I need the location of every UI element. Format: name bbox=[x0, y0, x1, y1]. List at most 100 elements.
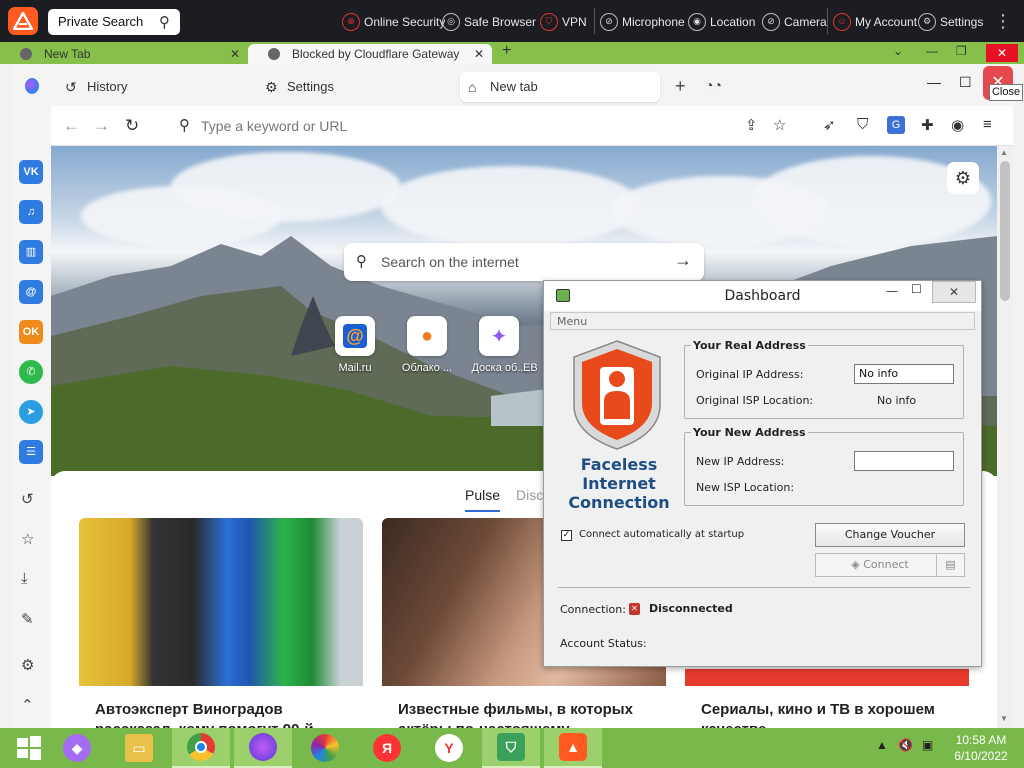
menu-bar[interactable]: Menu bbox=[550, 312, 975, 330]
taskbar-faceless[interactable]: ⛉ bbox=[482, 728, 540, 768]
scroll-down-icon[interactable]: ▼ bbox=[1000, 714, 1008, 723]
search-icon: ⚲ bbox=[179, 117, 190, 134]
more-vertical-icon[interactable]: ⋮ bbox=[994, 11, 1012, 32]
page-settings-gear-icon[interactable]: ⚙ bbox=[947, 162, 979, 194]
tab-new-tab[interactable]: ⌂ New tab bbox=[460, 72, 660, 102]
translate-icon[interactable]: G bbox=[887, 116, 905, 134]
tools-icon[interactable]: ✎ bbox=[21, 610, 34, 628]
globe-shield-icon: ⊕ bbox=[342, 13, 360, 31]
incognito-icon[interactable]: ◔◔ bbox=[705, 77, 722, 93]
new-ip-field[interactable] bbox=[854, 451, 954, 471]
telegram-icon[interactable]: ➤ bbox=[19, 400, 43, 424]
shield-icon[interactable]: ⛉ bbox=[857, 116, 868, 133]
maximize-icon[interactable]: ☐ bbox=[911, 282, 922, 296]
outer-tab-new-tab[interactable]: New Tab ✕ bbox=[0, 44, 248, 64]
music-icon[interactable]: ♫ bbox=[19, 200, 43, 224]
odnoklassniki-icon[interactable]: OK bbox=[19, 320, 43, 344]
outer-tab-blocked[interactable]: Blocked by Cloudflare Gateway ✕ bbox=[248, 44, 492, 64]
tab-list-chevron-icon[interactable]: ⌄ bbox=[893, 44, 903, 58]
menu-hamburger-icon[interactable]: ≡ bbox=[983, 116, 992, 133]
taskbar-explorer[interactable]: ▭ bbox=[110, 728, 168, 768]
list-icon[interactable]: ☰ bbox=[19, 440, 43, 464]
account-status-label: Account Status: bbox=[560, 637, 647, 650]
collapse-up-icon[interactable]: ⌃ bbox=[21, 696, 34, 714]
taskbar-chrome[interactable] bbox=[172, 728, 230, 768]
tab-history[interactable]: ↺ History bbox=[57, 72, 237, 102]
tab-label: History bbox=[87, 79, 128, 94]
tab-label: New tab bbox=[490, 79, 538, 94]
back-icon[interactable]: ← bbox=[63, 116, 80, 136]
extensions-puzzle-icon[interactable]: ✚ bbox=[921, 116, 934, 134]
taskbar-avast[interactable]: ▲ bbox=[544, 728, 602, 768]
private-search-input[interactable]: Private Search ⚲ bbox=[48, 9, 180, 35]
camera-button[interactable]: ⊘ Camera bbox=[762, 13, 827, 31]
reload-icon[interactable]: ↻ bbox=[125, 116, 139, 136]
close-tab-icon[interactable]: ✕ bbox=[230, 47, 240, 61]
safe-browser-button[interactable]: ◎ Safe Browser bbox=[442, 13, 536, 31]
change-voucher-button[interactable]: Change Voucher bbox=[815, 523, 965, 547]
camera-off-icon: ⊘ bbox=[762, 13, 780, 31]
browser-logo-icon[interactable] bbox=[25, 78, 39, 94]
dashboard-titlebar[interactable]: Dashboard — ☐ ✕ bbox=[544, 281, 981, 311]
minimize-icon[interactable]: — bbox=[886, 284, 898, 298]
copy-document-icon[interactable]: ▤ bbox=[936, 553, 965, 577]
restore-icon[interactable]: ❐ bbox=[956, 44, 967, 58]
vpn-button[interactable]: ⛉ VPN bbox=[540, 13, 587, 31]
microphone-button[interactable]: ⊘ Microphone bbox=[600, 13, 685, 31]
tab-settings[interactable]: ⚙ Settings bbox=[257, 72, 437, 102]
maximize-icon[interactable]: ☐ bbox=[959, 74, 972, 91]
news-card[interactable]: Автоэксперт Виноградов рассказал, кому п… bbox=[79, 518, 363, 728]
mail-at-icon[interactable]: @ bbox=[19, 280, 43, 304]
minimize-icon[interactable]: — bbox=[926, 44, 938, 58]
history-icon[interactable]: ↺ bbox=[21, 490, 34, 508]
rocket-icon[interactable]: ➶ bbox=[823, 116, 836, 134]
address-input[interactable]: Type a keyword or URL bbox=[201, 118, 347, 134]
network-icon[interactable]: ▣ bbox=[922, 738, 933, 752]
outer-tab-label: Blocked by Cloudflare Gateway bbox=[292, 47, 460, 61]
system-clock[interactable]: 10:58 AM 6/10/2022 bbox=[946, 732, 1016, 764]
taskbar-alice[interactable]: ◆ bbox=[48, 728, 106, 768]
share-icon[interactable]: ⇪ bbox=[745, 116, 758, 134]
download-icon[interactable]: ⤓ bbox=[21, 570, 28, 587]
scrollbar-thumb[interactable] bbox=[1000, 161, 1010, 301]
tile-doska[interactable]: ✦ Доска об... bbox=[471, 316, 527, 374]
arrow-right-icon[interactable]: → bbox=[674, 250, 692, 271]
original-ip-field[interactable]: No info bbox=[854, 364, 954, 384]
auto-connect-checkbox[interactable]: ✓ bbox=[561, 530, 572, 541]
taskbar-yandex-browser[interactable] bbox=[234, 728, 292, 768]
taskbar-yandex-y[interactable]: Y bbox=[420, 728, 478, 768]
connect-button[interactable]: ◈ Connect bbox=[815, 553, 945, 577]
bookmark-star-icon[interactable]: ☆ bbox=[773, 116, 786, 134]
settings-button[interactable]: ⚙ Settings bbox=[918, 13, 983, 31]
forward-icon[interactable]: → bbox=[93, 116, 110, 136]
add-tab-icon[interactable]: + bbox=[675, 76, 686, 97]
profile-icon[interactable]: ◉ bbox=[951, 116, 964, 134]
settings-gear-icon[interactable]: ⚙ bbox=[21, 656, 34, 674]
tile-oblako[interactable]: ● Облако ... bbox=[399, 316, 455, 374]
avast-logo-icon[interactable] bbox=[8, 7, 38, 35]
tray-expand-icon[interactable]: ▲ bbox=[876, 738, 888, 752]
dashboard-close-button[interactable]: ✕ bbox=[932, 281, 976, 303]
stats-icon[interactable]: ▥ bbox=[19, 240, 43, 264]
vpn-shield-icon: ⛉ bbox=[540, 13, 558, 31]
taskbar-photos[interactable] bbox=[296, 728, 354, 768]
online-security-button[interactable]: ⊕ Online Security bbox=[342, 13, 445, 31]
volume-muted-icon[interactable]: 🔇 bbox=[898, 738, 913, 752]
feed-tab-discover[interactable]: Disc bbox=[516, 487, 543, 503]
close-tab-icon[interactable]: ✕ bbox=[474, 47, 484, 61]
scroll-up-icon[interactable]: ▲ bbox=[1000, 148, 1008, 157]
internet-search-box[interactable]: ⚲ Search on the internet → bbox=[344, 243, 704, 281]
my-account-button[interactable]: ☺ My Account bbox=[833, 13, 917, 31]
star-icon[interactable]: ☆ bbox=[21, 530, 34, 548]
whatsapp-icon[interactable]: ✆ bbox=[19, 360, 43, 384]
window-close-button[interactable]: ✕ bbox=[986, 44, 1018, 62]
new-tab-button[interactable]: + bbox=[502, 42, 511, 60]
vk-icon[interactable]: VK bbox=[19, 160, 43, 184]
feed-tab-pulse[interactable]: Pulse bbox=[465, 487, 501, 512]
tile-mailru[interactable]: @ Mail.ru bbox=[327, 316, 383, 374]
taskbar-yandex[interactable]: Я bbox=[358, 728, 416, 768]
search-icon[interactable]: ⚲ bbox=[159, 13, 170, 31]
location-button[interactable]: ◉ Location bbox=[688, 13, 755, 31]
minimize-icon[interactable]: — bbox=[927, 74, 941, 90]
page-scrollbar[interactable]: ▲ ▼ bbox=[997, 146, 1013, 728]
